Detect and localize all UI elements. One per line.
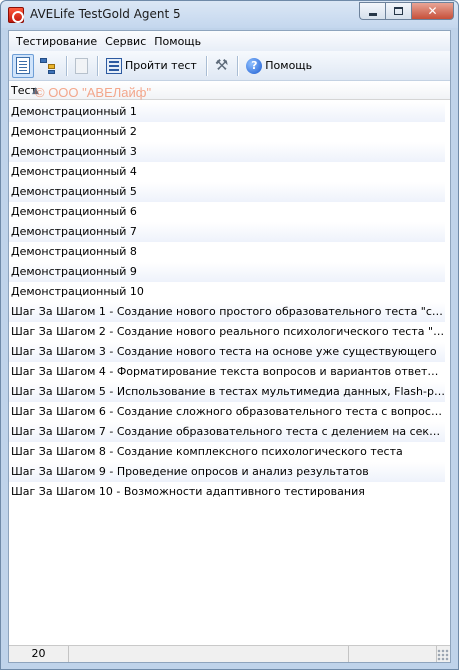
toolbar: Пройти тест ⚒ ? Помощь — [9, 51, 450, 81]
settings-button[interactable]: ⚒ — [211, 54, 232, 78]
list-item[interactable]: Шаг За Шагом 4 - Форматирование текста в… — [9, 362, 445, 382]
refresh-button-disabled[interactable] — [71, 54, 92, 78]
list-item[interactable]: Демонстрационный 7 — [9, 222, 445, 242]
list-item[interactable]: Шаг За Шагом 9 - Проведение опросов и ан… — [9, 462, 445, 482]
app-window: AVELife TestGold Agent 5 ✕ Тестирование … — [0, 0, 459, 670]
toolbar-separator — [237, 55, 239, 76]
run-test-label: Пройти тест — [125, 59, 197, 72]
title-bar[interactable]: AVELife TestGold Agent 5 ✕ — [1, 1, 458, 28]
sort-ascending-icon: ▲ — [32, 86, 39, 96]
list-item[interactable]: Шаг За Шагом 1 - Создание нового простог… — [9, 302, 445, 322]
help-label: Помощь — [265, 59, 313, 72]
run-test-button[interactable]: Пройти тест — [102, 54, 201, 78]
run-test-icon — [106, 57, 122, 74]
list-item[interactable]: Демонстрационный 3 — [9, 142, 445, 162]
app-logo-icon[interactable] — [8, 7, 24, 23]
list-item[interactable]: Демонстрационный 5 — [9, 182, 445, 202]
tree-view-button[interactable] — [35, 54, 61, 78]
list-item[interactable]: Шаг За Шагом 10 - Возможности адаптивног… — [9, 482, 445, 502]
close-button[interactable]: ✕ — [411, 2, 454, 20]
maximize-button[interactable] — [385, 2, 411, 20]
status-pane-right — [349, 646, 437, 662]
list-item[interactable]: Демонстрационный 10 — [9, 282, 445, 302]
test-list[interactable]: Демонстрационный 1 Демонстрационный 2 Демо… — [9, 102, 450, 502]
list-column-header[interactable]: Тест ▲ — [9, 82, 450, 100]
toolbar-separator — [205, 55, 207, 76]
client-area: Тестирование Сервис Помощь Пройти тест ⚒… — [8, 30, 451, 663]
close-icon: ✕ — [427, 4, 438, 18]
list-item[interactable]: Шаг За Шагом 7 - Создание образовательно… — [9, 422, 445, 442]
list-item[interactable]: Демонстрационный 1 — [9, 102, 445, 122]
help-icon: ? — [246, 57, 263, 74]
list-item[interactable]: Демонстрационный 2 — [9, 122, 445, 142]
menu-testing[interactable]: Тестирование — [13, 35, 100, 48]
list-item[interactable]: Демонстрационный 8 — [9, 242, 445, 262]
help-button[interactable]: ? Помощь — [242, 54, 316, 78]
document-list-icon — [16, 57, 30, 74]
disabled-document-icon — [75, 57, 88, 74]
status-item-count: 20 — [9, 646, 69, 662]
list-item[interactable]: Демонстрационный 4 — [9, 162, 445, 182]
window-title: AVELife TestGold Agent 5 — [30, 7, 181, 21]
tools-icon: ⚒ — [214, 56, 229, 74]
list-item[interactable]: Демонстрационный 6 — [9, 202, 445, 222]
toolbar-separator — [97, 55, 98, 76]
maximize-icon — [394, 7, 403, 15]
menu-help[interactable]: Помощь — [151, 35, 204, 48]
status-bar: 20 — [9, 645, 450, 662]
minimize-icon — [368, 12, 377, 16]
caption-buttons: ✕ — [359, 2, 454, 21]
menu-service[interactable]: Сервис — [102, 35, 149, 48]
list-view-button[interactable] — [12, 53, 34, 78]
list-item[interactable]: Шаг За Шагом 6 - Создание сложного образ… — [9, 402, 445, 422]
status-pane-middle — [69, 646, 349, 662]
resize-grip-icon[interactable] — [437, 649, 449, 661]
list-item[interactable]: Шаг За Шагом 3 - Создание нового теста н… — [9, 342, 445, 362]
tree-view-icon — [39, 57, 57, 75]
menu-bar: Тестирование Сервис Помощь — [9, 31, 450, 51]
toolbar-separator — [66, 55, 67, 76]
list-item[interactable]: Демонстрационный 9 — [9, 262, 445, 282]
minimize-button[interactable] — [359, 2, 385, 20]
list-item[interactable]: Шаг За Шагом 8 - Создание комплексного п… — [9, 442, 445, 462]
list-item[interactable]: Шаг За Шагом 5 - Использование в тестах … — [9, 382, 445, 402]
list-item[interactable]: Шаг За Шагом 2 - Создание нового реально… — [9, 322, 445, 342]
